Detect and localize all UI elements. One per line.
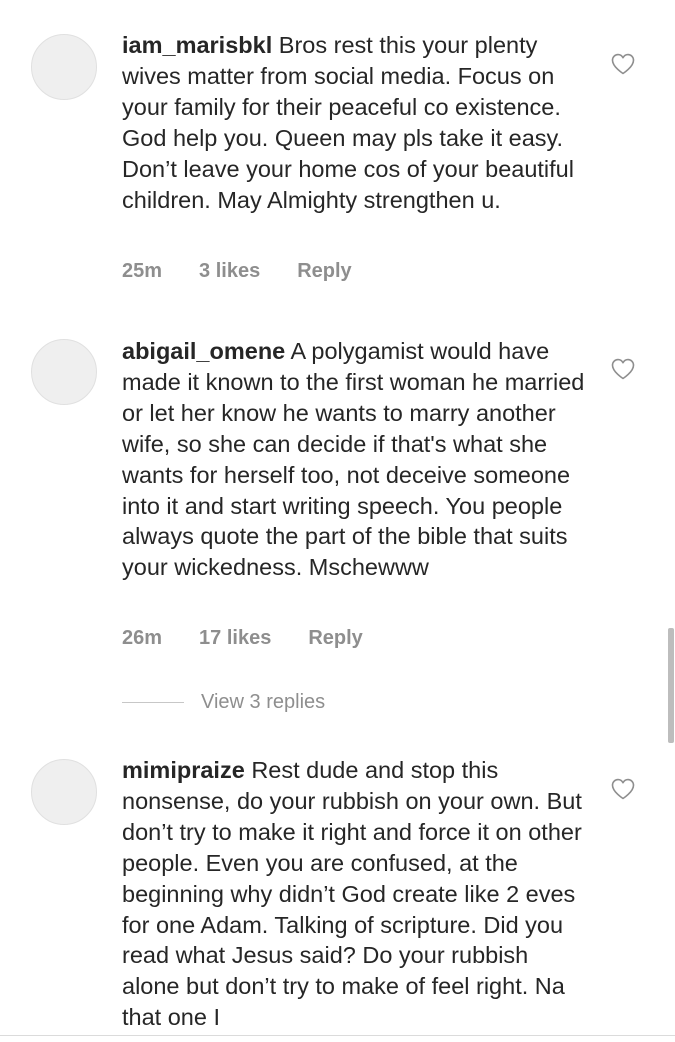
- comment-meta: 25m 3 likes Reply: [122, 260, 352, 283]
- comment-text: Bros rest this your plenty wives matter …: [122, 32, 574, 213]
- view-replies-label[interactable]: View 3 replies: [201, 691, 325, 714]
- avatar[interactable]: [31, 34, 97, 100]
- comment-username[interactable]: mimipraize: [122, 757, 245, 783]
- comment-username[interactable]: iam_marisbkl: [122, 32, 272, 58]
- heart-outline-icon[interactable]: [610, 777, 636, 801]
- bottom-divider: [0, 1035, 675, 1036]
- comment-timestamp: 26m: [122, 627, 163, 649]
- comment-likes[interactable]: 17 likes: [199, 627, 271, 650]
- avatar[interactable]: [31, 339, 97, 405]
- comment-text-block: mimipraize Rest dude and stop this nonse…: [122, 755, 592, 1033]
- reply-button[interactable]: Reply: [308, 627, 362, 650]
- comment-likes[interactable]: 3 likes: [199, 260, 260, 283]
- comment-text: Rest dude and stop this nonsense, do you…: [122, 757, 582, 1031]
- comment-username[interactable]: abigail_omene: [122, 338, 285, 364]
- scrollbar-thumb[interactable]: [668, 628, 674, 743]
- comment-meta: 26m 17 likes Reply: [122, 627, 363, 650]
- reply-button[interactable]: Reply: [297, 260, 351, 283]
- avatar[interactable]: [31, 759, 97, 825]
- replies-divider: [122, 702, 184, 703]
- comment-timestamp: 25m: [122, 260, 163, 282]
- comment-text-block: abigail_omene A polygamist would have ma…: [122, 336, 592, 583]
- comment-text: A polygamist would have made it known to…: [122, 338, 585, 581]
- view-replies-button[interactable]: View 3 replies: [122, 691, 325, 714]
- comment-item: iam_marisbkl Bros rest this your plenty …: [0, 0, 675, 300]
- heart-outline-icon[interactable]: [610, 52, 636, 76]
- comment-text-block: iam_marisbkl Bros rest this your plenty …: [122, 30, 592, 215]
- heart-outline-icon[interactable]: [610, 357, 636, 381]
